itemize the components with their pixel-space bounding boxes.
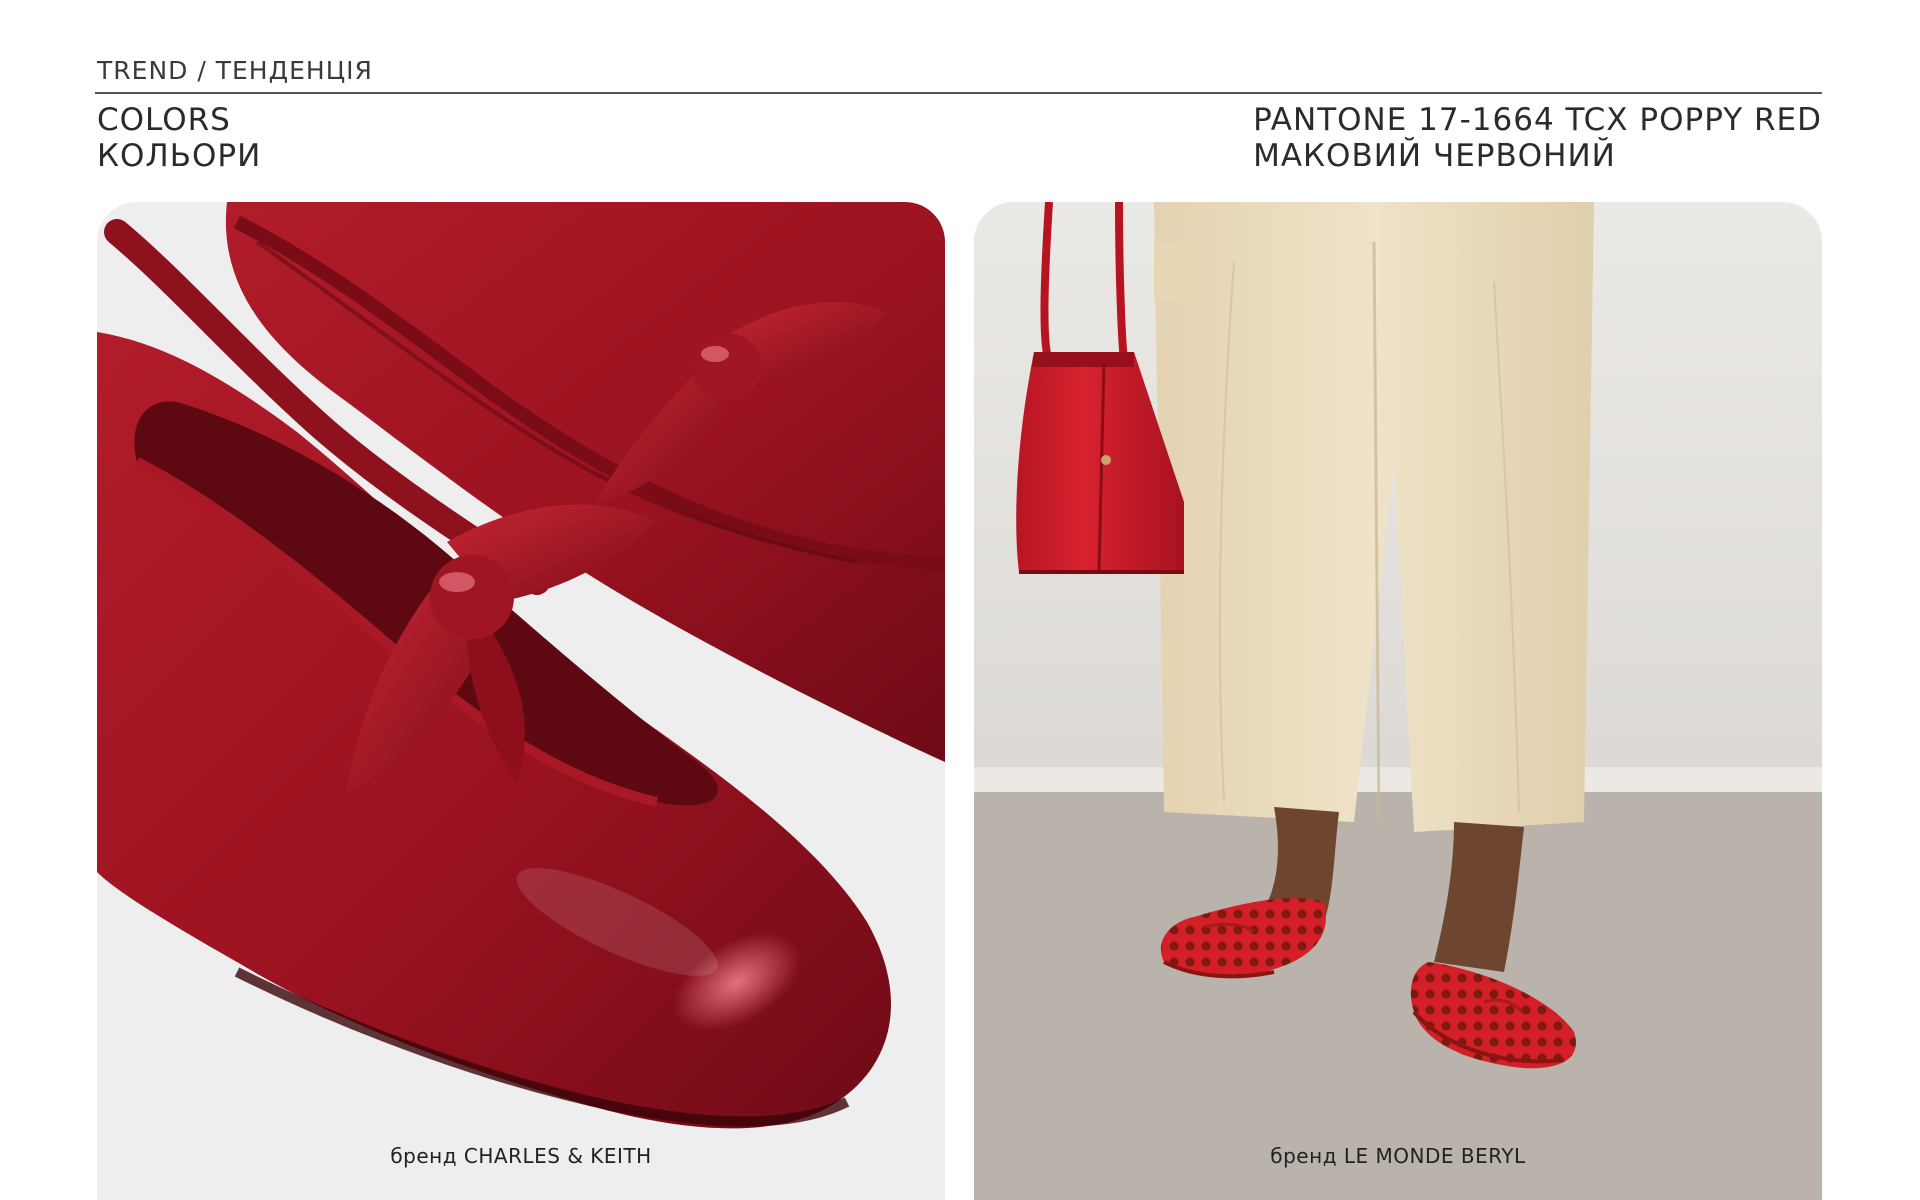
- section-title-en: COLORS: [97, 102, 231, 138]
- product-caption: бренд LE MONDE BERYL: [1270, 1144, 1526, 1168]
- product-card-charles-keith: бренд CHARLES & KEITH: [97, 202, 945, 1200]
- breadcrumb: TREND / ТЕНДЕНЦІЯ: [97, 56, 373, 85]
- product-caption: бренд CHARLES & KEITH: [390, 1144, 652, 1168]
- section-title-ua: КОЛЬОРИ: [97, 138, 262, 174]
- section-title: COLORS КОЛЬОРИ: [97, 102, 261, 174]
- pantone-name: МАКОВИЙ ЧЕРВОНИЙ: [1253, 138, 1616, 174]
- product-card-le-monde-beryl: бренд LE MONDE BERYL: [974, 202, 1822, 1200]
- header-divider: [95, 92, 1822, 94]
- pantone-title: PANTONE 17-1664 TCX POPPY RED МАКОВИЙ ЧЕ…: [1253, 102, 1822, 174]
- pantone-code: PANTONE 17-1664 TCX POPPY RED: [1253, 102, 1822, 138]
- red-woven-flats-photo: [974, 202, 1822, 1200]
- red-patent-flats-photo: [97, 202, 945, 1200]
